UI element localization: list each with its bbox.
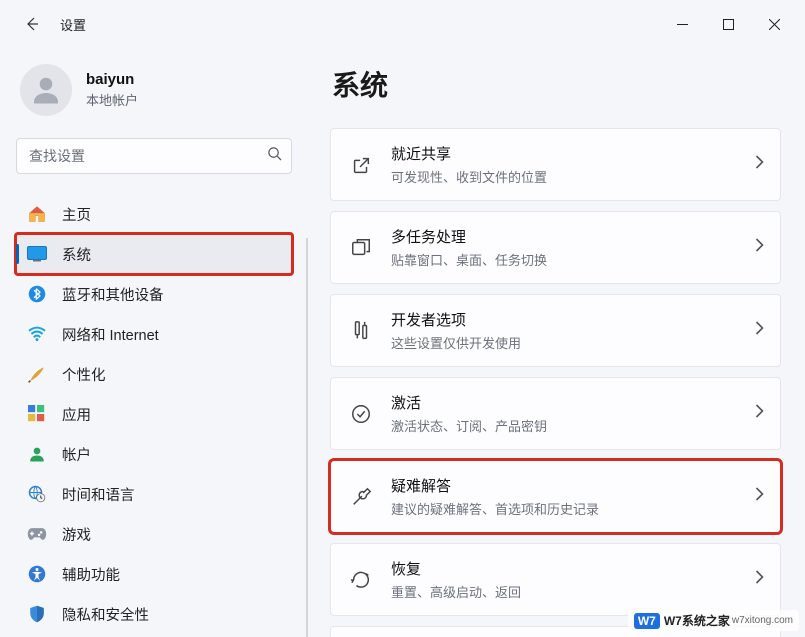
card-activation[interactable]: 激活激活状态、订阅、产品密钥 bbox=[330, 377, 781, 450]
sidebar-item-label: 游戏 bbox=[62, 524, 91, 545]
sidebar-item-accessibility[interactable]: 辅助功能 bbox=[16, 554, 292, 594]
card-sub: 重置、高级启动、返回 bbox=[391, 582, 755, 601]
card-sub: 建议的疑难解答、首选项和历史记录 bbox=[391, 499, 755, 518]
close-button[interactable] bbox=[751, 8, 797, 40]
sidebar-item-label: 主页 bbox=[62, 204, 91, 225]
arrow-left-icon bbox=[24, 16, 40, 32]
chevron-right-icon bbox=[755, 155, 764, 174]
recovery-icon bbox=[349, 568, 373, 592]
sidebar-item-accounts[interactable]: 帐户 bbox=[16, 434, 292, 474]
titlebar: 设置 bbox=[0, 0, 805, 48]
accessibility-icon bbox=[26, 563, 48, 585]
sidebar-item-network[interactable]: 网络和 Internet bbox=[16, 314, 292, 354]
sidebar-item-bluetooth[interactable]: 蓝牙和其他设备 bbox=[16, 274, 292, 314]
chevron-right-icon bbox=[755, 487, 764, 506]
wifi-icon bbox=[26, 323, 48, 345]
watermark-text: W7系统之家 bbox=[664, 612, 730, 629]
close-icon bbox=[769, 19, 780, 30]
sidebar: baiyun 本地帐户 主页 系统 蓝牙和其他设备 bbox=[0, 48, 308, 637]
sidebar-item-home[interactable]: 主页 bbox=[16, 194, 292, 234]
chevron-right-icon bbox=[755, 238, 764, 257]
search-input[interactable] bbox=[16, 138, 292, 174]
user-icon bbox=[26, 443, 48, 465]
card-title: 就近共享 bbox=[391, 143, 755, 164]
sidebar-item-label: 个性化 bbox=[62, 364, 106, 385]
card-multitasking[interactable]: 多任务处理贴靠窗口、桌面、任务切换 bbox=[330, 211, 781, 284]
card-sub: 这些设置仅供开发使用 bbox=[391, 333, 755, 352]
multitask-icon bbox=[349, 236, 373, 260]
nav-list: 主页 系统 蓝牙和其他设备 网络和 Internet 个性化 应用 bbox=[16, 194, 292, 634]
chevron-right-icon bbox=[755, 570, 764, 589]
chevron-right-icon bbox=[755, 404, 764, 423]
apps-icon bbox=[26, 403, 48, 425]
wrench-icon bbox=[349, 485, 373, 509]
sidebar-item-gaming[interactable]: 游戏 bbox=[16, 514, 292, 554]
card-sub: 激活状态、订阅、产品密钥 bbox=[391, 416, 755, 435]
sidebar-item-label: 隐私和安全性 bbox=[62, 604, 149, 625]
profile-name: baiyun bbox=[86, 71, 138, 88]
sidebar-item-system[interactable]: 系统 bbox=[16, 234, 292, 274]
minimize-button[interactable] bbox=[659, 8, 705, 40]
sidebar-divider bbox=[306, 238, 308, 637]
home-icon bbox=[26, 203, 48, 225]
page-title: 系统 bbox=[332, 64, 781, 104]
sidebar-item-label: 帐户 bbox=[62, 444, 91, 465]
main-content: 系统 就近共享可发现性、收到文件的位置 多任务处理贴靠窗口、桌面、任务切换 开发… bbox=[308, 48, 805, 637]
watermark-badge: W7 bbox=[634, 613, 660, 629]
card-title: 激活 bbox=[391, 392, 755, 413]
window-title: 设置 bbox=[60, 15, 86, 34]
sidebar-item-label: 应用 bbox=[62, 404, 91, 425]
watermark-url: w7xitong.com bbox=[732, 615, 793, 626]
share-icon bbox=[349, 153, 373, 177]
card-sub: 可发现性、收到文件的位置 bbox=[391, 167, 755, 186]
chevron-right-icon bbox=[755, 321, 764, 340]
card-troubleshoot[interactable]: 疑难解答建议的疑难解答、首选项和历史记录 bbox=[330, 460, 781, 533]
sidebar-item-label: 辅助功能 bbox=[62, 564, 120, 585]
card-recovery[interactable]: 恢复重置、高级启动、返回 bbox=[330, 543, 781, 616]
sidebar-item-privacy[interactable]: 隐私和安全性 bbox=[16, 594, 292, 634]
sidebar-item-label: 蓝牙和其他设备 bbox=[62, 284, 164, 305]
avatar bbox=[20, 64, 72, 116]
profile-sub: 本地帐户 bbox=[86, 90, 138, 109]
shield-icon bbox=[26, 603, 48, 625]
sidebar-item-time[interactable]: 时间和语言 bbox=[16, 474, 292, 514]
sidebar-item-personalization[interactable]: 个性化 bbox=[16, 354, 292, 394]
watermark: W7 W7系统之家 w7xitong.com bbox=[628, 610, 799, 631]
globe-clock-icon bbox=[26, 483, 48, 505]
card-developers[interactable]: 开发者选项这些设置仅供开发使用 bbox=[330, 294, 781, 367]
search-icon bbox=[267, 146, 282, 166]
system-icon bbox=[26, 243, 48, 265]
developer-icon bbox=[349, 319, 373, 343]
card-title: 多任务处理 bbox=[391, 226, 755, 247]
sidebar-item-label: 时间和语言 bbox=[62, 484, 135, 505]
check-circle-icon bbox=[349, 402, 373, 426]
minimize-icon bbox=[677, 19, 688, 30]
maximize-button[interactable] bbox=[705, 8, 751, 40]
bluetooth-icon bbox=[26, 283, 48, 305]
card-title: 疑难解答 bbox=[391, 475, 755, 496]
card-sub: 贴靠窗口、桌面、任务切换 bbox=[391, 250, 755, 269]
maximize-icon bbox=[723, 19, 734, 30]
sidebar-item-label: 网络和 Internet bbox=[62, 324, 159, 345]
card-nearby-sharing[interactable]: 就近共享可发现性、收到文件的位置 bbox=[330, 128, 781, 201]
card-title: 开发者选项 bbox=[391, 309, 755, 330]
back-button[interactable] bbox=[16, 8, 48, 40]
sidebar-item-label: 系统 bbox=[62, 244, 91, 265]
brush-icon bbox=[26, 363, 48, 385]
sidebar-item-apps[interactable]: 应用 bbox=[16, 394, 292, 434]
user-icon bbox=[28, 72, 64, 108]
card-title: 恢复 bbox=[391, 558, 755, 579]
gamepad-icon bbox=[26, 523, 48, 545]
profile-block[interactable]: baiyun 本地帐户 bbox=[20, 64, 292, 116]
